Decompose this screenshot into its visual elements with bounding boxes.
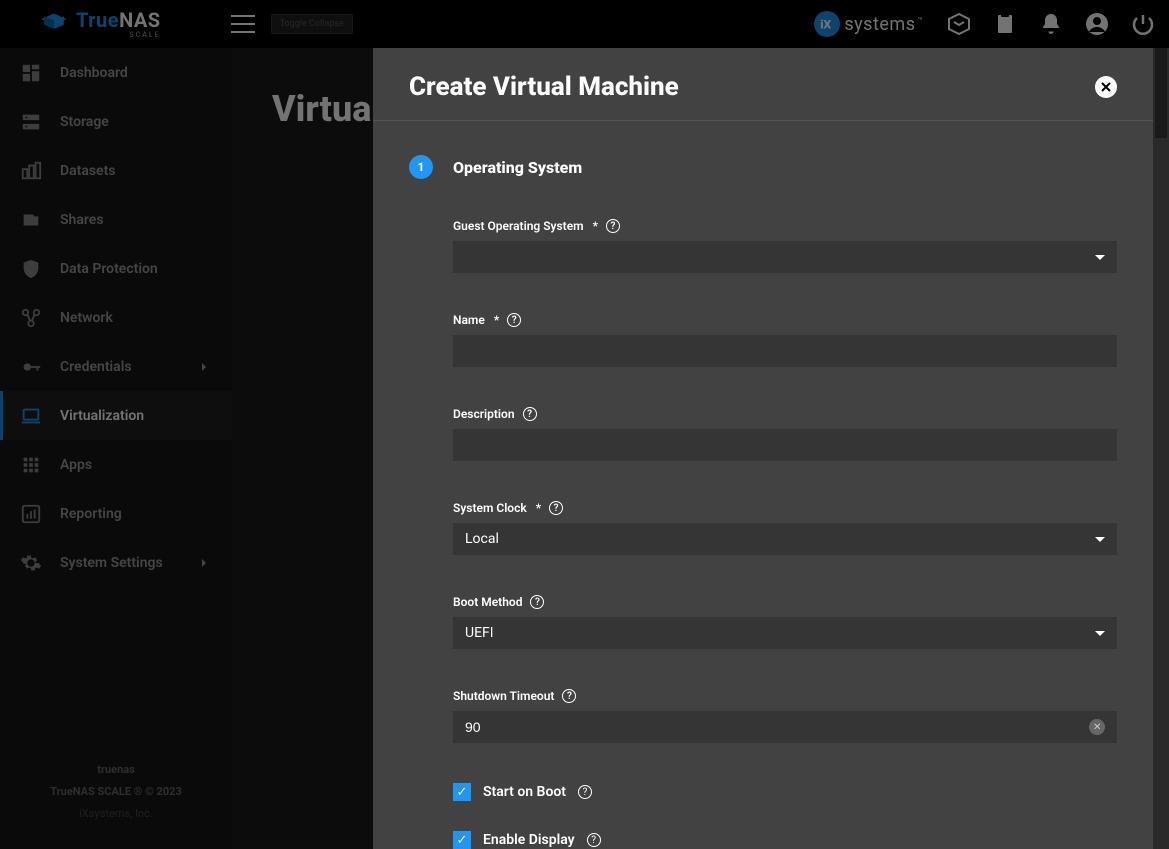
name-input-field[interactable] [465,335,1105,367]
step-title: Operating System [453,158,582,177]
create-vm-panel: Create Virtual Machine 1 Operating Syste… [373,48,1153,849]
field-label: System Clock [453,501,527,515]
checkbox[interactable]: ✓ [453,783,471,801]
clear-icon[interactable]: ✕ [1089,719,1105,735]
field-name: Name * ? [453,313,1117,367]
field-guest-os: Guest Operating System * ? [453,219,1117,273]
field-label: Name [453,313,485,327]
description-input-field[interactable] [465,429,1105,461]
checkbox-start-on-boot[interactable]: ✓ Start on Boot ? [453,783,1117,801]
panel-body[interactable]: 1 Operating System Guest Operating Syste… [373,121,1153,849]
close-icon [1101,82,1111,92]
chevron-down-icon [1095,255,1105,260]
help-icon[interactable]: ? [587,833,601,847]
field-label: Guest Operating System [453,219,584,233]
close-button[interactable] [1095,76,1117,98]
help-icon[interactable]: ? [507,313,521,327]
shutdown-timeout-field[interactable] [465,711,1089,743]
select-value: Local [465,531,499,547]
select-value: UEFI [465,625,494,641]
help-icon[interactable]: ? [549,501,563,515]
help-icon[interactable]: ? [578,785,592,799]
field-label: Description [453,407,515,421]
field-description: Description ? [453,407,1117,461]
help-icon[interactable]: ? [530,595,544,609]
panel-title: Create Virtual Machine [409,72,679,102]
checkbox-enable-display[interactable]: ✓ Enable Display ? [453,831,1117,849]
field-system-clock: System Clock * ? Local [453,501,1117,555]
help-icon[interactable]: ? [562,689,576,703]
field-boot-method: Boot Method ? UEFI [453,595,1117,649]
checkbox-label: Start on Boot [483,784,566,800]
field-label: Boot Method [453,595,522,609]
help-icon[interactable]: ? [523,407,537,421]
name-input[interactable] [453,335,1117,367]
chevron-down-icon [1095,631,1105,636]
field-shutdown-timeout: Shutdown Timeout ? ✕ [453,689,1117,743]
checkbox-label: Enable Display [483,832,575,848]
field-label: Shutdown Timeout [453,689,554,703]
step-number-badge: 1 [409,155,433,179]
scrollbar[interactable] [1153,48,1169,849]
scrollbar-thumb[interactable] [1155,48,1167,138]
system-clock-select[interactable]: Local [453,523,1117,555]
guest-os-select[interactable] [453,241,1117,273]
description-input[interactable] [453,429,1117,461]
boot-method-select[interactable]: UEFI [453,617,1117,649]
checkbox[interactable]: ✓ [453,831,471,849]
form: Guest Operating System * ? Name * ? [453,219,1117,849]
panel-header: Create Virtual Machine [373,48,1153,121]
chevron-down-icon [1095,537,1105,542]
help-icon[interactable]: ? [606,219,620,233]
shutdown-timeout-input[interactable]: ✕ [453,711,1117,743]
step-header: 1 Operating System [409,155,1117,179]
